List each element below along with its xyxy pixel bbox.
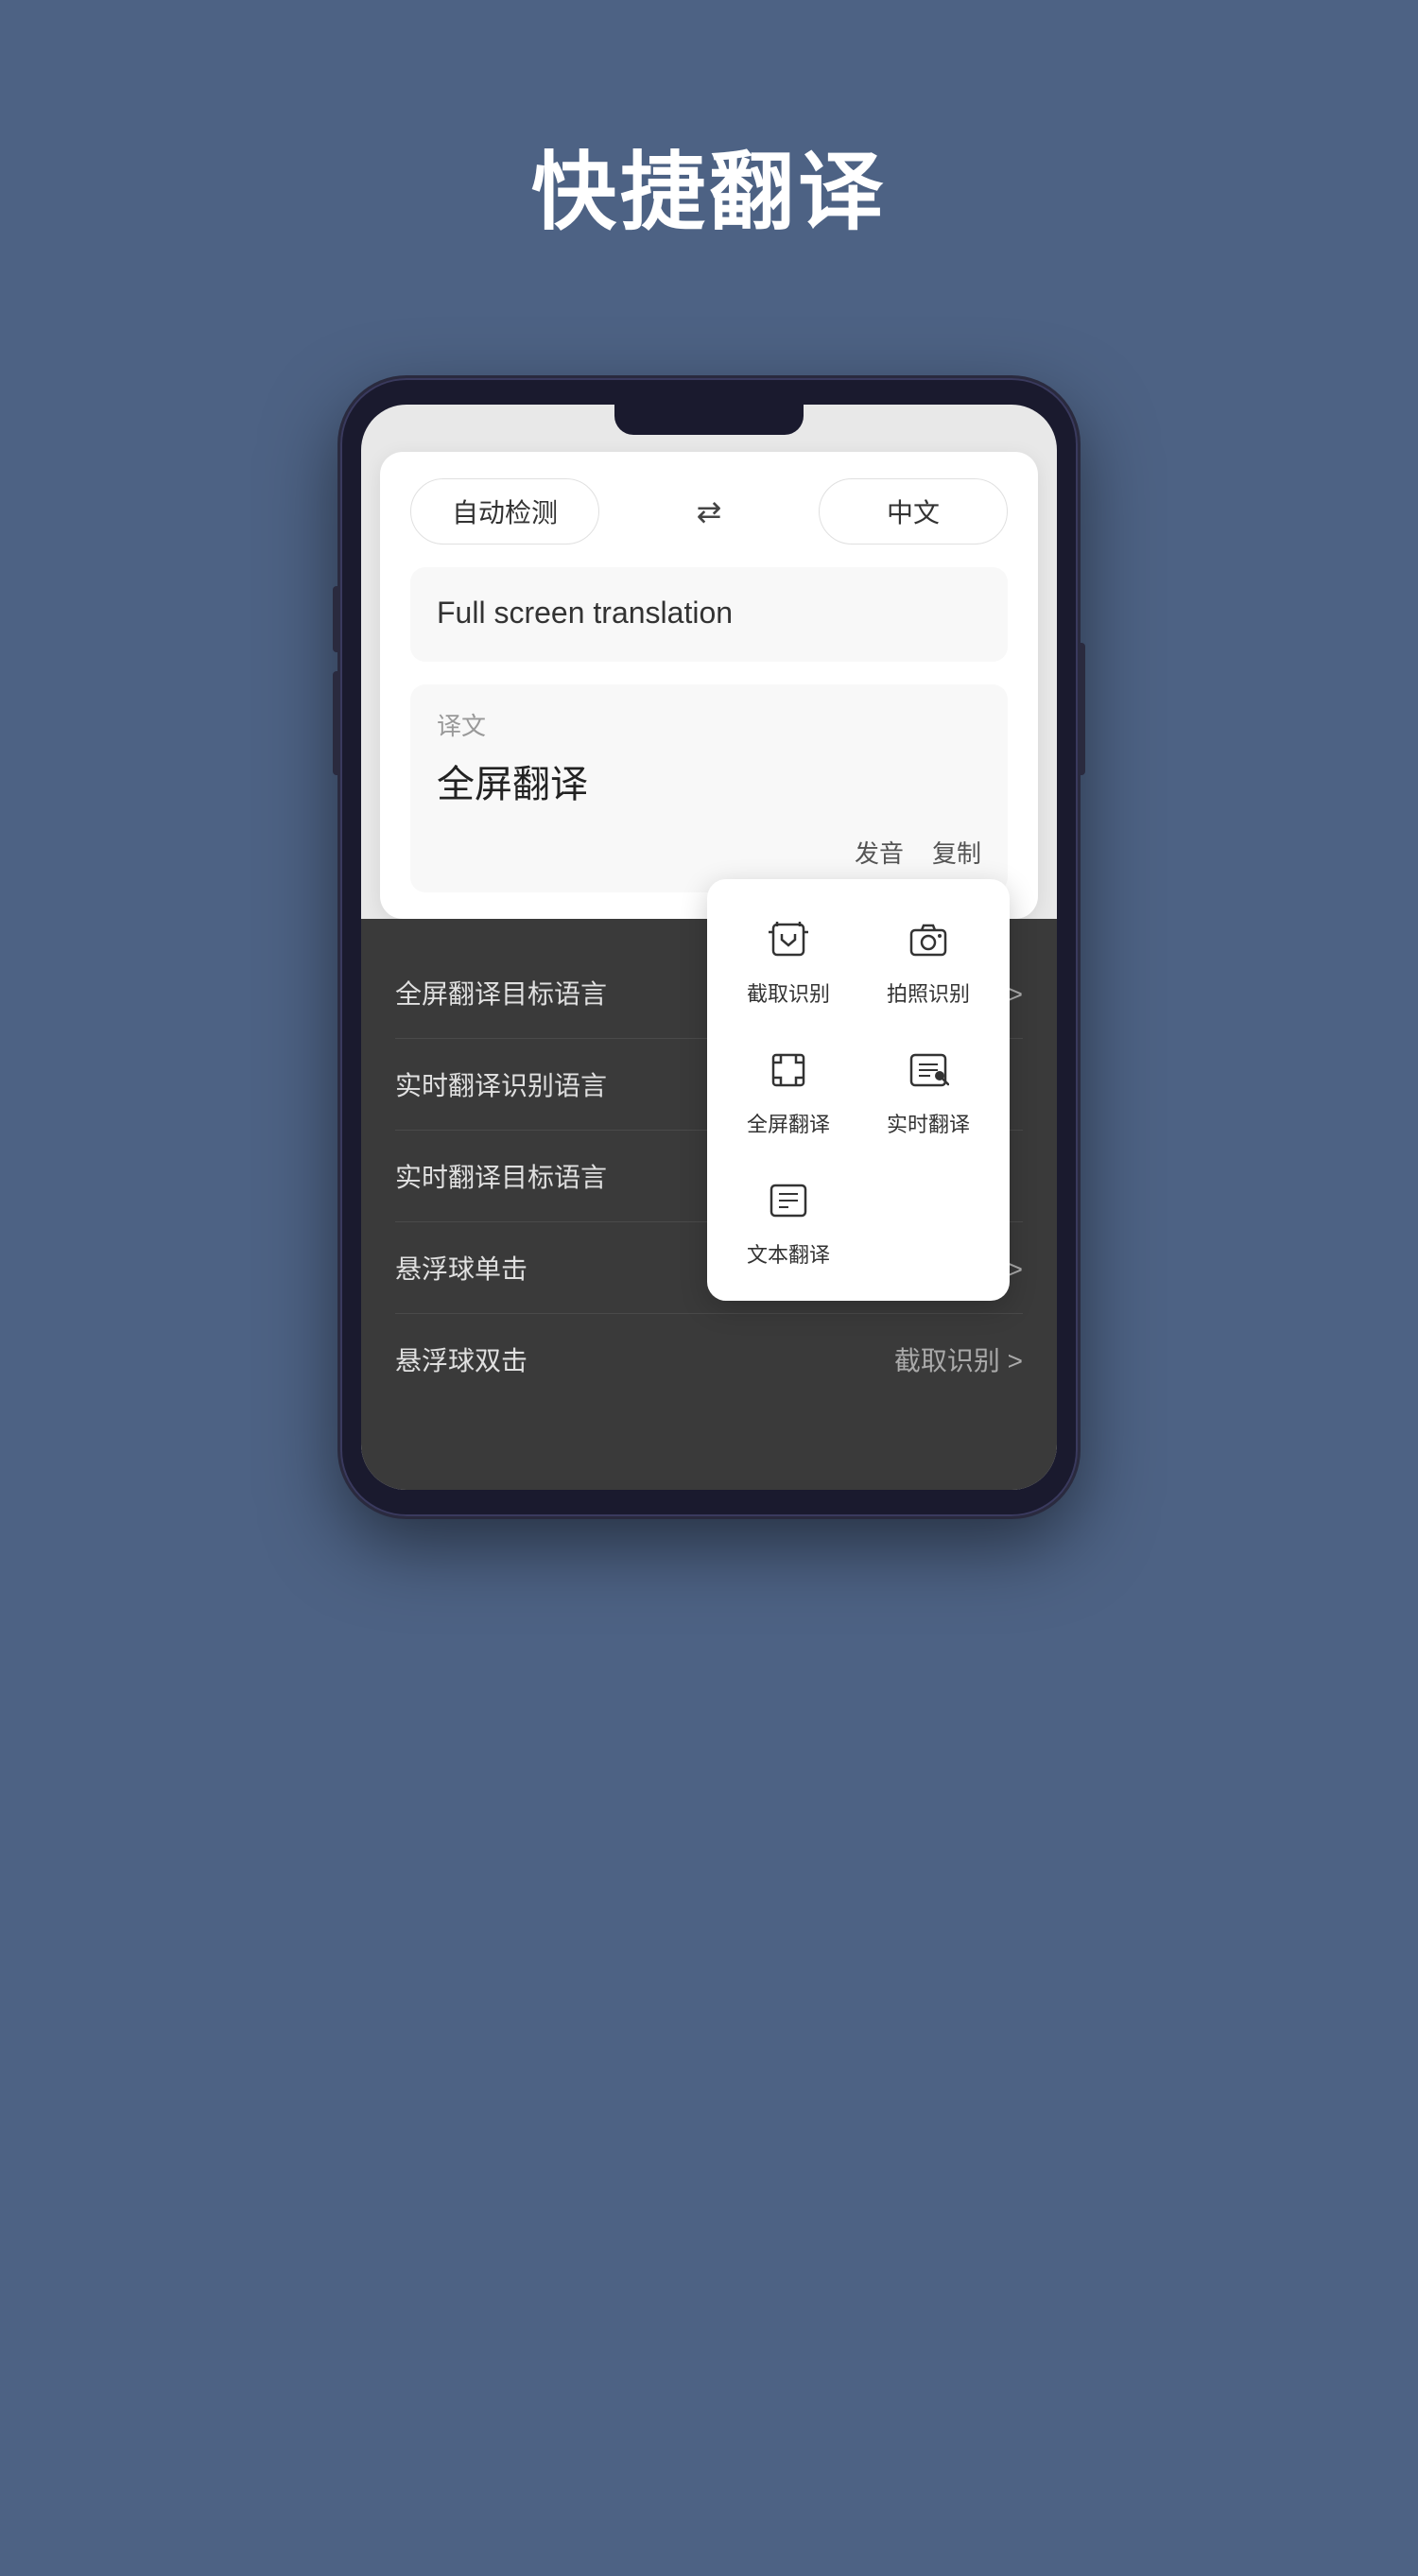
setting-label-float-single: 悬浮球单击 [395,1249,527,1287]
qa-label-realtime: 实时翻译 [887,1108,970,1138]
setting-label-fullscreen-target: 全屏翻译目标语言 [395,974,607,1011]
target-language-button[interactable]: 中文 [819,478,1008,545]
setting-label-float-double: 悬浮球双击 [395,1340,527,1378]
phone-screen: 自动检测 ⇄ 中文 Full screen translation 译文 全屏翻… [361,405,1057,1490]
translation-card: 自动检测 ⇄ 中文 Full screen translation 译文 全屏翻… [380,452,1038,919]
qa-photo-recognize[interactable]: 拍照识别 [866,902,991,1017]
setting-float-ball-double[interactable]: 悬浮球双击 截取识别 > [395,1314,1023,1405]
setting-value-float-double: 截取识别 > [894,1340,1023,1378]
qa-fullscreen-translate[interactable]: 全屏翻译 [726,1032,851,1148]
qa-label-text: 文本翻译 [747,1238,830,1269]
language-selector-row: 自动检测 ⇄ 中文 [410,478,1008,545]
realtime-icon [900,1042,957,1098]
camera-icon [900,911,957,968]
qa-capture-recognize[interactable]: 截取识别 [726,902,851,1017]
page-title: 快捷翻译 [531,123,887,246]
pronounce-button[interactable]: 发音 [855,835,904,870]
result-label: 译文 [437,707,981,742]
quick-action-popup: 截取识别 拍照识别 [707,879,1010,1301]
qa-label-photo: 拍照识别 [887,977,970,1008]
capture-icon [760,911,817,968]
input-area[interactable]: Full screen translation [410,567,1008,662]
phone-mockup: 自动检测 ⇄ 中文 Full screen translation 译文 全屏翻… [340,378,1078,1516]
source-language-button[interactable]: 自动检测 [410,478,599,545]
phone-btn-power [1078,643,1085,775]
phone-frame: 自动检测 ⇄ 中文 Full screen translation 译文 全屏翻… [340,378,1078,1516]
input-text: Full screen translation [437,596,733,630]
qa-text-translate[interactable]: 文本翻译 [726,1163,851,1278]
copy-button[interactable]: 复制 [932,835,981,870]
text-translate-icon [760,1172,817,1229]
phone-btn-volume-down [333,671,340,775]
qa-realtime-translate[interactable]: 实时翻译 [866,1032,991,1148]
result-area: 译文 全屏翻译 发音 复制 [410,684,1008,892]
screen-bottom-bar [361,1433,1057,1490]
qa-label-capture: 截取识别 [747,977,830,1008]
result-text: 全屏翻译 [437,753,981,808]
setting-label-realtime-source: 实时翻译识别语言 [395,1065,607,1103]
qa-label-fullscreen: 全屏翻译 [747,1108,830,1138]
phone-notch [614,405,804,435]
result-actions: 发音 复制 [437,835,981,870]
phone-btn-volume-up [333,586,340,652]
fullscreen-icon [760,1042,817,1098]
swap-languages-icon[interactable]: ⇄ [697,493,722,529]
setting-label-realtime-target: 实时翻译目标语言 [395,1157,607,1195]
